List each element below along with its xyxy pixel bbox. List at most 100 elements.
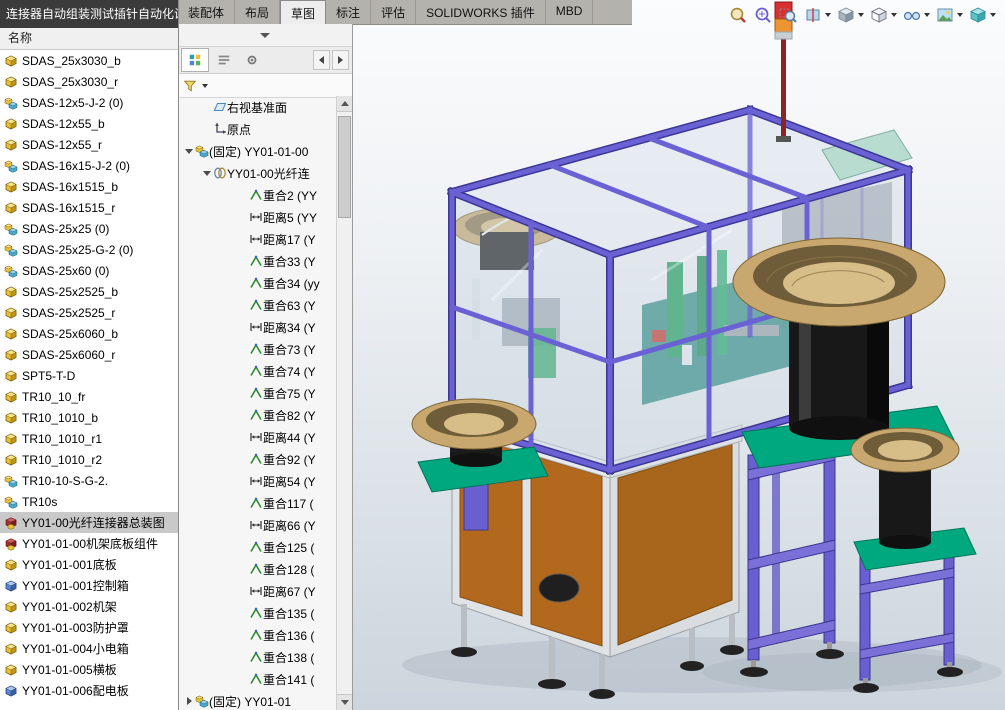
tab-草图[interactable]: 草图: [280, 0, 326, 24]
list-item[interactable]: SDAS-25x6060_r: [0, 344, 178, 365]
panel-prev-button[interactable]: [313, 50, 330, 70]
list-item[interactable]: SDAS-25x25 (0): [0, 218, 178, 239]
tree-item[interactable]: 距离66 (Y: [178, 514, 337, 536]
tree-item[interactable]: 距离44 (Y: [178, 426, 337, 448]
list-item[interactable]: YY01-01-001控制箱: [0, 575, 178, 596]
list-item[interactable]: SDAS_25x3030_b: [0, 50, 178, 71]
section-view-button[interactable]: [802, 5, 832, 25]
tree-item[interactable]: 右视基准面: [178, 96, 337, 118]
view-settings-button[interactable]: [967, 5, 997, 25]
tree-item[interactable]: 重合2 (YY: [178, 184, 337, 206]
tree-item[interactable]: 重合135 (: [178, 602, 337, 624]
document-title: 连接器自动组装测试插针自动化设: [0, 0, 178, 28]
list-item[interactable]: YY01-01-001底板: [0, 554, 178, 575]
scroll-up-button[interactable]: [337, 96, 352, 112]
tab-标注[interactable]: 标注: [326, 0, 371, 24]
tab-propertymanager[interactable]: [211, 49, 237, 71]
expand-arrow-icon[interactable]: [184, 146, 195, 157]
assembly-red-icon: [4, 537, 18, 551]
list-item[interactable]: TR10_1010_r1: [0, 428, 178, 449]
magnifier-button[interactable]: [727, 5, 749, 25]
apply-scene-button[interactable]: [934, 5, 964, 25]
list-item[interactable]: SDAS-16x15-J-2 (0): [0, 155, 178, 176]
list-item[interactable]: SDAS-25x2525_b: [0, 281, 178, 302]
list-item[interactable]: SDAS-16x1515_r: [0, 197, 178, 218]
list-item[interactable]: YY01-01-002机架: [0, 596, 178, 617]
tree-item[interactable]: 原点: [178, 118, 337, 140]
name-column-header[interactable]: 名称: [0, 28, 178, 50]
arrow-spacer: [238, 564, 249, 575]
tree-item[interactable]: 距离34 (Y: [178, 316, 337, 338]
list-item[interactable]: YY01-01-00机架底板组件: [0, 533, 178, 554]
display-style-button[interactable]: [868, 5, 898, 25]
scroll-down-button[interactable]: [337, 694, 352, 710]
tree-item[interactable]: 重合128 (: [178, 558, 337, 580]
list-item[interactable]: SDAS-16x1515_b: [0, 176, 178, 197]
part-label: YY01-01-001控制箱: [22, 577, 129, 594]
tree-item[interactable]: 重合82 (Y: [178, 404, 337, 426]
list-item[interactable]: SDAS-12x55_b: [0, 113, 178, 134]
tree-item[interactable]: 距离54 (Y: [178, 470, 337, 492]
panel-next-button[interactable]: [332, 50, 349, 70]
list-item[interactable]: TR10_1010_r2: [0, 449, 178, 470]
tree-filter[interactable]: [178, 74, 352, 98]
tree-label: 重合125 (: [263, 539, 314, 556]
tab-布局[interactable]: 布局: [235, 0, 280, 24]
parts-list: SDAS_25x3030_bSDAS_25x3030_rSDAS-12x5-J-…: [0, 50, 178, 710]
tree-item[interactable]: 重合125 (: [178, 536, 337, 558]
tree-item[interactable]: 重合33 (Y: [178, 250, 337, 272]
view-orientation-button[interactable]: [835, 5, 865, 25]
tree-scrollbar[interactable]: [336, 96, 352, 710]
tab-configurations[interactable]: [239, 49, 265, 71]
list-item[interactable]: YY01-01-005横板: [0, 659, 178, 680]
tree-item[interactable]: 重合141 (: [178, 668, 337, 690]
tree-item[interactable]: 重合117 (: [178, 492, 337, 514]
list-item[interactable]: TR10_10_fr: [0, 386, 178, 407]
tree-item[interactable]: 距离17 (Y: [178, 228, 337, 250]
list-item[interactable]: YY01-01-003防护罩: [0, 617, 178, 638]
tree-item[interactable]: (固定) YY01-01-00: [178, 140, 337, 162]
tree-item[interactable]: 重合92 (Y: [178, 448, 337, 470]
tab-MBD[interactable]: MBD: [546, 0, 594, 24]
tree-item[interactable]: YY01-00光纤连: [178, 162, 337, 184]
tree-item[interactable]: 重合34 (yy: [178, 272, 337, 294]
part-icon: [4, 348, 18, 362]
tree-item[interactable]: (固定) YY01-01: [178, 690, 337, 710]
list-item[interactable]: SDAS-25x6060_b: [0, 323, 178, 344]
tree-item[interactable]: 重合136 (: [178, 624, 337, 646]
list-item[interactable]: SDAS-25x2525_r: [0, 302, 178, 323]
list-item[interactable]: TR10-10-S-G-2.: [0, 470, 178, 491]
ribbon-collapse-strip[interactable]: [178, 24, 352, 47]
tree-item[interactable]: 重合63 (Y: [178, 294, 337, 316]
tree-item[interactable]: 重合74 (Y: [178, 360, 337, 382]
list-item[interactable]: YY01-00光纤连接器总装图: [0, 512, 178, 533]
list-item[interactable]: YY01-01-004小电箱: [0, 638, 178, 659]
tree-item[interactable]: 重合138 (: [178, 646, 337, 668]
list-item[interactable]: YY01-01-006配电板: [0, 680, 178, 701]
scrollbar-thumb[interactable]: [338, 116, 351, 218]
list-item[interactable]: SDAS_25x3030_r: [0, 71, 178, 92]
list-item[interactable]: SDAS-12x5-J-2 (0): [0, 92, 178, 113]
tab-装配体[interactable]: 装配体: [178, 0, 235, 24]
graphics-area[interactable]: [352, 0, 1005, 710]
list-item[interactable]: SDAS-25x60 (0): [0, 260, 178, 281]
tab-SOLIDWORKS 插件[interactable]: SOLIDWORKS 插件: [416, 0, 546, 24]
tree-item[interactable]: 距离67 (Y: [178, 580, 337, 602]
tab-design-tree[interactable]: [181, 48, 209, 72]
tree-item[interactable]: 重合73 (Y: [178, 338, 337, 360]
zoom-fit-button[interactable]: [752, 5, 774, 25]
list-item[interactable]: SDAS-12x55_r: [0, 134, 178, 155]
tree-item[interactable]: 重合75 (Y: [178, 382, 337, 404]
expand-arrow-icon[interactable]: [202, 168, 213, 179]
list-item[interactable]: SDAS-25x25-G-2 (0): [0, 239, 178, 260]
list-item[interactable]: TR10_1010_b: [0, 407, 178, 428]
collapse-arrow-icon[interactable]: [184, 696, 195, 707]
part-label: TR10-10-S-G-2.: [22, 474, 108, 488]
zoom-area-button[interactable]: [777, 5, 799, 25]
tree-item[interactable]: 距离5 (YY: [178, 206, 337, 228]
list-item[interactable]: SPT5-T-D: [0, 365, 178, 386]
hide-show-items-button[interactable]: [901, 5, 931, 25]
list-item[interactable]: TR10s: [0, 491, 178, 512]
part-icon: [4, 201, 18, 215]
tab-评估[interactable]: 评估: [371, 0, 416, 24]
